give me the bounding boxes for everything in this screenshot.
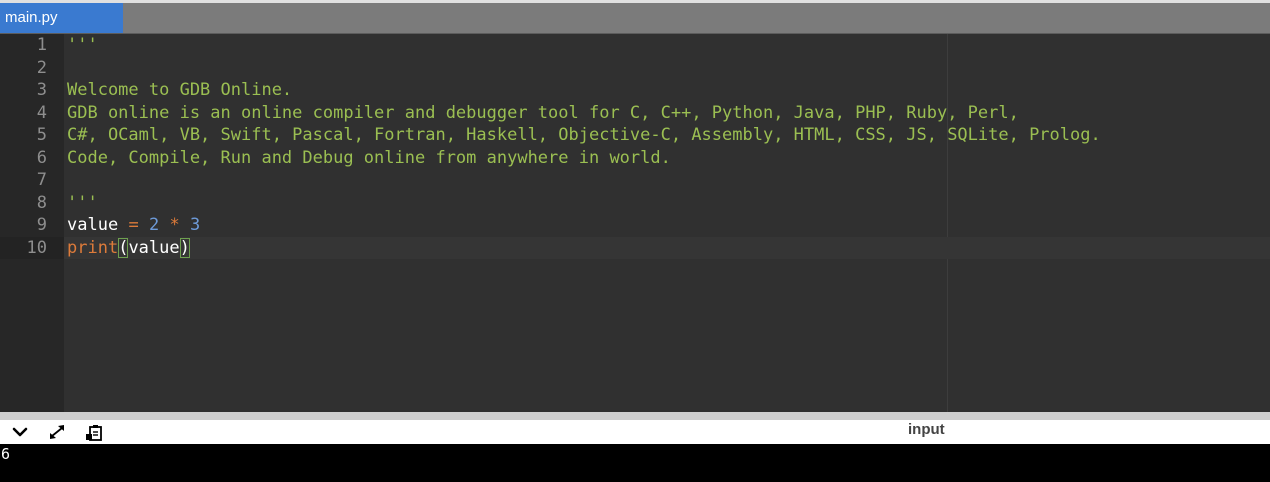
line-number: 9 — [36, 215, 47, 235]
code-token: C#, OCaml, VB, Swift, Pascal, Fortran, H… — [67, 125, 1101, 145]
code-text[interactable]: C#, OCaml, VB, Swift, Pascal, Fortran, H… — [64, 124, 1270, 147]
line-number: 7 — [36, 170, 47, 190]
code-line[interactable]: 1 ''' — [0, 34, 1270, 57]
code-line[interactable]: 3 Welcome to GDB Online. — [0, 79, 1270, 102]
output-toolbar: input — [0, 420, 1270, 444]
file-tab-bar: main.py — [0, 3, 1270, 33]
code-token: 3 — [189, 215, 201, 235]
code-editor[interactable]: 1 ''' 2 3 Welcome to GDB Online. 4 GDB online … — [0, 34, 1270, 412]
code-token: Welcome to GDB Online. — [67, 80, 293, 100]
clipboard-icon — [86, 425, 102, 441]
code-token: ''' — [67, 35, 98, 55]
code-token: GDB online is an online compiler and deb… — [67, 102, 1019, 123]
tab-main-py[interactable]: main.py — [0, 3, 123, 33]
code-token: print — [67, 237, 119, 258]
code-line[interactable]: 4 GDB online is an online compiler and de… — [0, 102, 1270, 125]
code-text[interactable]: print(value) — [64, 236, 1270, 259]
code-line[interactable]: 10 print(value) — [0, 236, 1270, 259]
code-text[interactable]: GDB online is an online compiler and deb… — [64, 102, 1270, 125]
code-token: 2 — [148, 215, 160, 235]
output-terminal[interactable]: 6 — [0, 444, 1270, 482]
code-token: = — [128, 215, 139, 235]
expand-icon — [50, 425, 64, 439]
code-token: ( — [118, 237, 129, 258]
code-token: value — [67, 215, 119, 235]
line-number: 3 — [36, 80, 47, 100]
line-number: 4 — [36, 102, 47, 123]
code-text[interactable]: ''' — [64, 192, 1270, 215]
expand-output-button[interactable] — [44, 420, 70, 444]
code-line[interactable]: 9 value = 2 * 3 — [0, 214, 1270, 237]
code-token: value — [128, 237, 180, 258]
collapse-output-button[interactable] — [7, 420, 33, 444]
line-number: 2 — [36, 57, 47, 78]
code-text[interactable] — [64, 57, 1270, 80]
code-line[interactable]: 5 C#, OCaml, VB, Swift, Pascal, Fortran, … — [0, 124, 1270, 147]
code-token: ) — [179, 237, 190, 258]
chevron-down-icon — [12, 427, 28, 437]
line-number: 8 — [36, 192, 47, 213]
input-label: input — [908, 421, 945, 438]
code-text[interactable]: Code, Compile, Run and Debug online from… — [64, 147, 1270, 170]
line-number: 10 — [0, 236, 64, 259]
code-line[interactable]: 6 Code, Compile, Run and Debug online fro… — [0, 147, 1270, 170]
line-number: 6 — [36, 147, 47, 168]
panel-resize-handle[interactable] — [0, 412, 1270, 420]
code-line[interactable]: 8 ''' — [0, 192, 1270, 215]
code-line[interactable]: 7 — [0, 169, 1270, 192]
code-text[interactable]: value = 2 * 3 — [64, 214, 1270, 237]
line-number: 1 — [36, 35, 47, 55]
code-text[interactable]: Welcome to GDB Online. — [64, 79, 1270, 102]
line-number: 5 — [36, 125, 47, 145]
terminal-output-text: 6 — [1, 445, 11, 463]
code-token: ''' — [67, 192, 98, 213]
code-text[interactable] — [64, 169, 1270, 192]
code-token: Code, Compile, Run and Debug online from… — [67, 147, 671, 168]
copy-output-button[interactable] — [81, 420, 107, 444]
code-token: * — [169, 215, 180, 235]
code-line[interactable]: 2 — [0, 57, 1270, 80]
code-text[interactable]: ''' — [64, 34, 1270, 57]
